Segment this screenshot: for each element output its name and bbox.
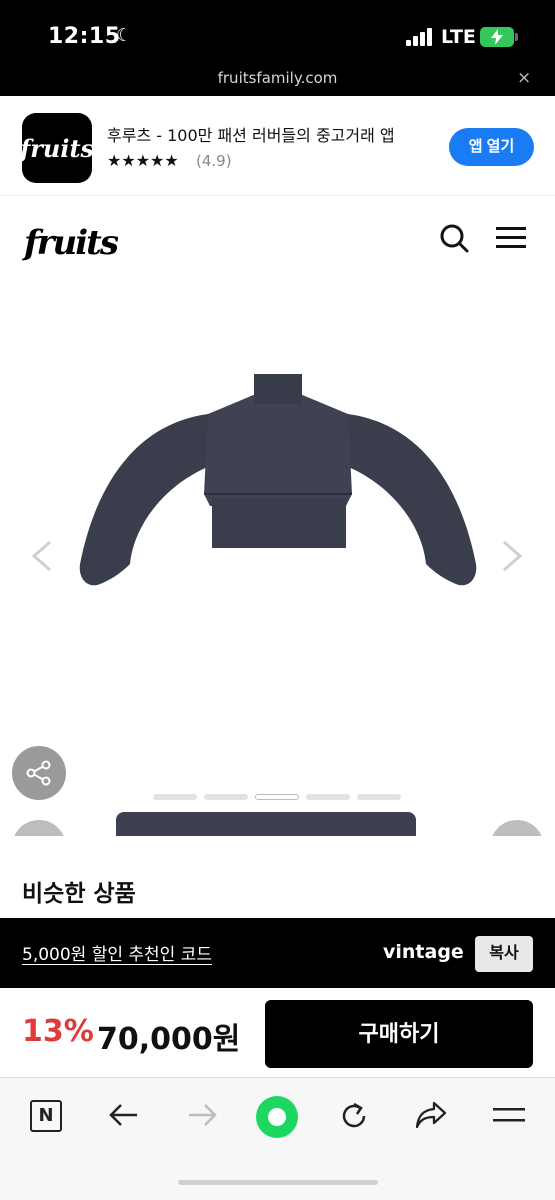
product-image[interactable] (76, 374, 480, 608)
naver-icon[interactable]: N (30, 1100, 62, 1132)
close-icon[interactable]: × (517, 68, 531, 88)
app-install-banner: fruits 후루츠 - 100만 패션 러버들의 중고거래 앱 ★★★★★ (… (0, 96, 555, 196)
rating-value: (4.9) (196, 152, 232, 170)
back-arrow-icon[interactable] (108, 1102, 140, 1132)
fruits-logo[interactable]: fruits (22, 218, 121, 268)
similar-products-heading: 비슷한 상품 (22, 881, 136, 907)
purchase-bar: 13% 70,000원 구매하기 (0, 988, 555, 1078)
referral-promo-bar: 5,000원 할인 추천인 코드 vintage 복사 (0, 918, 555, 988)
app-logo-icon: fruits (18, 113, 95, 183)
share-icon (26, 760, 51, 786)
search-icon[interactable] (440, 224, 470, 258)
status-time: 12:15 (48, 24, 121, 49)
copy-code-button[interactable]: 복사 (475, 936, 533, 972)
share-arrow-icon[interactable] (414, 1100, 448, 1134)
browser-toolbar: N (0, 1078, 555, 1200)
url-text[interactable]: fruitsfamily.com (0, 69, 555, 87)
pagination-dot-active[interactable] (255, 794, 299, 800)
refresh-icon[interactable] (338, 1100, 370, 1136)
svg-text:fruits: fruits (22, 134, 92, 163)
similar-next-button[interactable] (490, 820, 544, 836)
home-button-icon[interactable] (256, 1096, 298, 1138)
menu-lines-icon[interactable] (493, 1106, 525, 1128)
forward-arrow-icon[interactable] (186, 1102, 218, 1132)
next-image-arrow-icon[interactable] (500, 538, 526, 578)
referral-code-value: vintage (383, 941, 464, 963)
rating-stars-icon: ★★★★★ (107, 151, 179, 170)
previous-image-arrow-icon[interactable] (28, 538, 54, 578)
product-price: 70,000원 (97, 1022, 241, 1057)
open-app-button[interactable]: 앱 열기 (449, 128, 534, 166)
status-bar: 12:15 ☾ LTE (0, 0, 555, 66)
battery-charging-icon (480, 27, 518, 47)
referral-code-link[interactable]: 5,000원 할인 추천인 코드 (22, 940, 212, 965)
pagination-dot[interactable] (153, 794, 197, 800)
pagination-dot[interactable] (306, 794, 350, 800)
product-image-gallery[interactable] (0, 288, 555, 836)
network-label: LTE (441, 26, 476, 48)
home-indicator (178, 1180, 378, 1185)
moon-icon: ☾ (116, 25, 133, 46)
buy-button[interactable]: 구매하기 (265, 1000, 533, 1068)
menu-icon[interactable] (496, 226, 526, 254)
site-header: fruits (0, 196, 555, 288)
svg-text:fruits: fruits (22, 223, 118, 263)
similar-products-section: 비슷한 상품 (0, 836, 555, 920)
pagination-dot[interactable] (357, 794, 401, 800)
share-button[interactable] (12, 746, 66, 800)
discount-rate: 13% (22, 1014, 94, 1049)
pagination-dot[interactable] (204, 794, 248, 800)
app-banner-title: 후루츠 - 100만 패션 러버들의 중고거래 앱 (107, 126, 395, 145)
signal-icon (406, 28, 434, 46)
similar-product-thumbnail[interactable] (116, 812, 416, 836)
browser-url-bar[interactable]: fruitsfamily.com × (0, 66, 555, 96)
similar-prev-button[interactable] (12, 820, 66, 836)
